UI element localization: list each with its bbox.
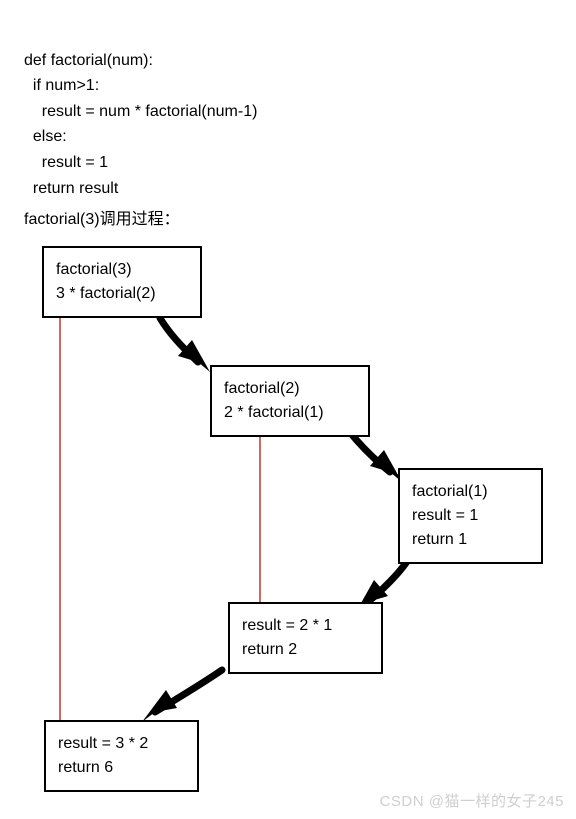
watermark: CSDN @猫一样的女子245 (380, 790, 564, 811)
arrow-head-icon (178, 340, 210, 372)
code-line: result = 1 (24, 154, 108, 171)
arrow-call1-to-ret2 (368, 560, 408, 602)
box-line: result = 2 * 1 (242, 614, 369, 638)
box-line: return 2 (242, 638, 369, 662)
arrow-call3-to-call2 (160, 318, 198, 362)
box-line: return 1 (412, 528, 529, 552)
arrow-head-icon (142, 690, 177, 722)
box-call-factorial-1: factorial(1) result = 1 return 1 (398, 468, 543, 564)
code-line: if num>1: (24, 77, 99, 94)
box-line: 3 * factorial(2) (56, 282, 188, 306)
box-line: factorial(3) (56, 258, 188, 282)
box-return-2: result = 2 * 1 return 2 (228, 602, 383, 674)
box-line: factorial(2) (224, 377, 356, 401)
box-call-factorial-2: factorial(2) 2 * factorial(1) (210, 365, 370, 437)
box-line: result = 1 (412, 504, 529, 528)
code-line: def factorial(num): (24, 52, 153, 69)
box-line: result = 3 * 2 (58, 732, 185, 756)
box-line: 2 * factorial(1) (224, 401, 356, 425)
arrow-ret2-to-ret3 (155, 670, 222, 712)
diagram-caption: factorial(3)调用过程： (24, 205, 180, 229)
code-line: return result (24, 180, 118, 197)
box-line: factorial(1) (412, 480, 529, 504)
code-line: else: (24, 128, 67, 145)
code-line: result = num * factorial(num-1) (24, 103, 257, 120)
box-return-6: result = 3 * 2 return 6 (44, 720, 199, 792)
code-block: def factorial(num): if num>1: result = n… (24, 22, 257, 201)
box-call-factorial-3: factorial(3) 3 * factorial(2) (42, 246, 202, 318)
box-line: return 6 (58, 756, 185, 780)
